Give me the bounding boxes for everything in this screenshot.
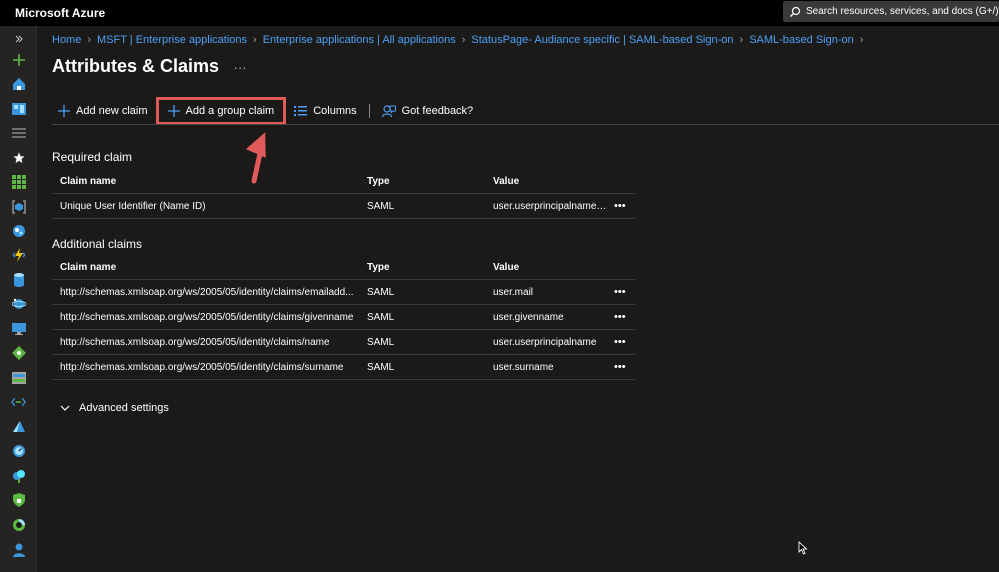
breadcrumb: Home › MSFT | Enterprise applications › … bbox=[52, 34, 869, 46]
required-claim-heading: Required claim bbox=[52, 150, 133, 164]
claim-type-cell: SAML bbox=[367, 311, 395, 323]
azure-ad-icon[interactable] bbox=[11, 419, 26, 434]
claim-name-cell: http://schemas.xmlsoap.org/ws/2005/05/id… bbox=[60, 336, 330, 348]
row-more-options-button[interactable]: ••• bbox=[614, 311, 630, 323]
table-header-row: Claim name Type Value bbox=[52, 255, 635, 280]
breadcrumb-statuspage-app[interactable]: StatusPage- Audiance specific | SAML-bas… bbox=[471, 34, 733, 46]
left-navigation bbox=[0, 26, 37, 572]
row-more-options-button[interactable]: ••• bbox=[614, 286, 630, 298]
column-header-claim-name[interactable]: Claim name bbox=[60, 176, 360, 187]
column-header-value[interactable]: Value bbox=[493, 262, 608, 273]
claim-type-cell: SAML bbox=[367, 286, 395, 298]
columns-icon bbox=[294, 106, 308, 116]
columns-label: Columns bbox=[313, 105, 357, 117]
global-search-box[interactable]: Search resources, services, and docs (G+… bbox=[783, 1, 999, 22]
add-group-claim-button[interactable]: Add a group claim bbox=[155, 97, 287, 125]
column-header-claim-name[interactable]: Claim name bbox=[60, 262, 360, 273]
claim-value-cell: user.mail bbox=[493, 286, 534, 298]
all-resources-icon[interactable] bbox=[11, 174, 26, 189]
row-more-options-button[interactable]: ••• bbox=[614, 361, 630, 373]
search-icon bbox=[789, 6, 801, 18]
claim-value-cell: user.userprincipalname [... bbox=[493, 200, 608, 212]
table-row[interactable]: Unique User Identifier (Name ID) SAML us… bbox=[52, 194, 635, 219]
function-app-icon[interactable] bbox=[11, 247, 26, 262]
security-center-icon[interactable] bbox=[11, 492, 26, 507]
claim-name-cell: http://schemas.xmlsoap.org/ws/2005/05/id… bbox=[60, 361, 344, 373]
advanced-settings-label: Advanced settings bbox=[79, 402, 169, 414]
claim-value-cell: user.userprincipalname bbox=[493, 336, 597, 348]
chevron-right-icon: › bbox=[461, 34, 466, 46]
row-more-options-button[interactable]: ••• bbox=[614, 200, 630, 212]
table-row[interactable]: http://schemas.xmlsoap.org/ws/2005/05/id… bbox=[52, 305, 635, 330]
top-bar: Microsoft Azure Search resources, servic… bbox=[0, 0, 999, 26]
claim-type-cell: SAML bbox=[367, 361, 395, 373]
expand-icon[interactable] bbox=[11, 31, 26, 46]
column-header-value[interactable]: Value bbox=[493, 176, 608, 187]
favorites-icon[interactable] bbox=[11, 150, 26, 165]
claim-name-cell: http://schemas.xmlsoap.org/ws/2005/05/id… bbox=[60, 286, 354, 298]
breadcrumb-all-applications[interactable]: Enterprise applications | All applicatio… bbox=[263, 34, 456, 46]
claim-type-cell: SAML bbox=[367, 336, 395, 348]
app-services-icon[interactable] bbox=[11, 223, 26, 238]
home-icon[interactable] bbox=[11, 76, 26, 91]
toolbar-divider bbox=[368, 104, 370, 118]
claim-value-cell: user.givenname bbox=[493, 311, 564, 323]
chevron-down-icon bbox=[60, 405, 70, 411]
additional-claims-heading: Additional claims bbox=[52, 237, 143, 251]
claim-value-cell: user.surname bbox=[493, 361, 554, 373]
chevron-right-icon: › bbox=[739, 34, 744, 46]
page-title: Attributes & Claims bbox=[52, 56, 220, 76]
more-options-button[interactable]: ... bbox=[234, 58, 247, 72]
virtual-machines-icon[interactable] bbox=[11, 321, 26, 336]
help-support-icon[interactable] bbox=[11, 542, 26, 557]
column-header-type[interactable]: Type bbox=[367, 262, 467, 273]
column-header-type[interactable]: Type bbox=[367, 176, 467, 187]
add-new-claim-button[interactable]: Add new claim bbox=[52, 99, 154, 123]
advisor-icon[interactable] bbox=[11, 468, 26, 483]
advanced-settings-toggle[interactable]: Advanced settings bbox=[60, 402, 169, 414]
table-row[interactable]: http://schemas.xmlsoap.org/ws/2005/05/id… bbox=[52, 330, 635, 355]
app-title[interactable]: Microsoft Azure bbox=[15, 6, 105, 20]
claim-type-cell: SAML bbox=[367, 200, 395, 212]
got-feedback-label: Got feedback? bbox=[401, 105, 474, 117]
virtual-network-icon[interactable] bbox=[11, 394, 26, 409]
all-services-icon[interactable] bbox=[11, 125, 26, 140]
command-bar: Add new claim Add a group claim Columns … bbox=[52, 97, 999, 125]
table-row[interactable]: http://schemas.xmlsoap.org/ws/2005/05/id… bbox=[52, 355, 635, 380]
row-more-options-button[interactable]: ••• bbox=[614, 336, 630, 348]
chevron-right-icon: › bbox=[87, 34, 92, 46]
plus-icon bbox=[167, 105, 180, 117]
plus-icon bbox=[58, 105, 70, 117]
storage-account-icon[interactable] bbox=[11, 370, 26, 385]
search-placeholder: Search resources, services, and docs (G+… bbox=[806, 6, 999, 17]
breadcrumb-msft-enterprise-apps[interactable]: MSFT | Enterprise applications bbox=[97, 34, 247, 46]
additional-claims-table: Claim name Type Value http://schemas.xml… bbox=[52, 255, 635, 380]
annotation-arrow-icon bbox=[245, 132, 266, 184]
load-balancer-icon[interactable] bbox=[11, 345, 26, 360]
cost-management-icon[interactable] bbox=[11, 517, 26, 532]
claim-name-cell: http://schemas.xmlsoap.org/ws/2005/05/id… bbox=[60, 311, 354, 323]
chevron-right-icon: › bbox=[859, 34, 864, 46]
create-resource-icon[interactable] bbox=[11, 52, 26, 67]
toolbar-divider-line bbox=[52, 124, 999, 125]
feedback-icon bbox=[381, 104, 396, 118]
breadcrumb-home[interactable]: Home bbox=[52, 34, 81, 46]
add-group-claim-label: Add a group claim bbox=[185, 105, 275, 117]
add-new-claim-label: Add new claim bbox=[76, 105, 148, 117]
columns-button[interactable]: Columns bbox=[288, 99, 362, 123]
dashboard-icon[interactable] bbox=[11, 101, 26, 116]
table-header-row: Claim name Type Value bbox=[52, 169, 635, 194]
breadcrumb-saml-sign-on[interactable]: SAML-based Sign-on bbox=[749, 34, 854, 46]
resource-groups-icon[interactable] bbox=[11, 199, 26, 214]
main-content: Home › MSFT | Enterprise applications › … bbox=[37, 26, 999, 572]
mouse-cursor-icon bbox=[798, 541, 808, 555]
required-claims-table: Claim name Type Value Unique User Identi… bbox=[52, 169, 635, 219]
monitor-icon[interactable] bbox=[11, 443, 26, 458]
table-row[interactable]: http://schemas.xmlsoap.org/ws/2005/05/id… bbox=[52, 280, 635, 305]
claim-name-cell: Unique User Identifier (Name ID) bbox=[60, 200, 206, 212]
cosmos-db-icon[interactable] bbox=[11, 296, 26, 311]
chevron-right-icon: › bbox=[253, 34, 257, 46]
sql-database-icon[interactable] bbox=[11, 272, 26, 287]
got-feedback-button[interactable]: Got feedback? bbox=[376, 99, 480, 123]
